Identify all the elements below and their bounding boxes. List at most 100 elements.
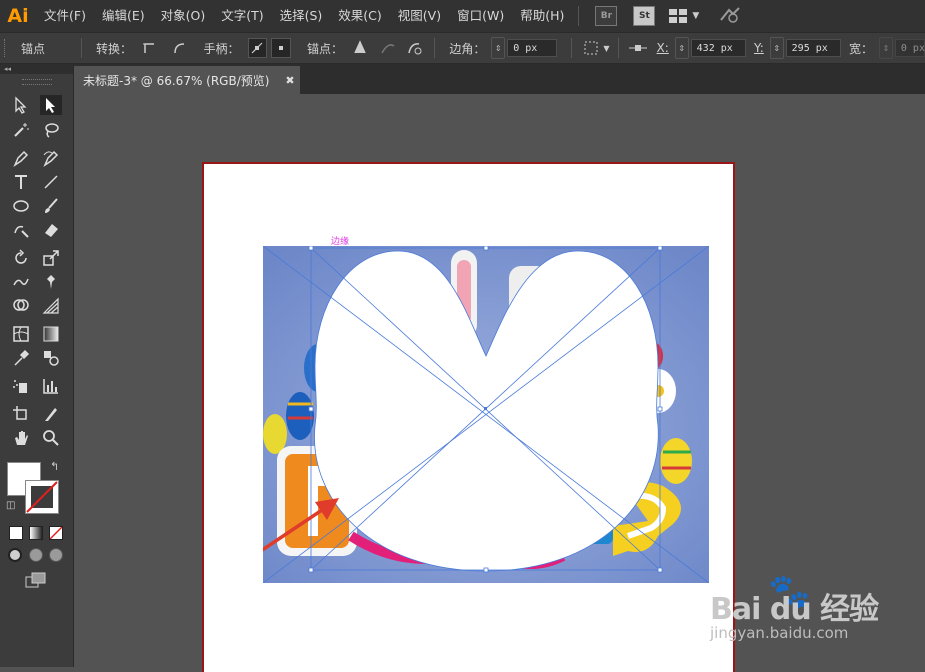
lasso-tool[interactable] [40, 120, 62, 140]
gradient-mode-button[interactable] [29, 526, 43, 540]
menu-edit[interactable]: 编辑(E) [94, 0, 153, 32]
eyedropper-tool[interactable] [10, 348, 32, 368]
separator [570, 38, 572, 58]
magic-wand-tool[interactable] [10, 120, 32, 140]
draw-inside-button[interactable] [49, 548, 63, 562]
convert-smooth-icon[interactable] [170, 39, 188, 57]
corner-stepper[interactable]: ⇕ [491, 37, 506, 59]
default-colors-icon[interactable]: ◫ [6, 500, 15, 511]
blend-tool[interactable] [40, 348, 62, 368]
eraser-tool[interactable] [40, 220, 62, 240]
artwork-image[interactable]: × [263, 246, 709, 583]
rotate-tool[interactable] [10, 248, 32, 268]
hand-tool[interactable] [10, 428, 32, 448]
screen-mode-button[interactable] [25, 572, 47, 591]
control-bar: 锚点 转换： 手柄： 锚点： 边角： ⇕ 0 px ▼ X: ⇕ 432 px … [0, 32, 925, 64]
stock-button[interactable]: St [633, 6, 656, 26]
document-tab[interactable]: 未标题-3* @ 66.67% (RGB/预览) ✖ [74, 66, 300, 94]
width-field[interactable]: 0 px [894, 39, 925, 57]
menu-select[interactable]: 选择(S) [272, 0, 331, 32]
menu-help[interactable]: 帮助(H) [512, 0, 572, 32]
baidu-watermark: 🐾 Bai du 经验 jingyan.baidu.com [700, 566, 920, 656]
ellipse-tool[interactable] [10, 196, 32, 216]
magic-wand-icon [14, 123, 29, 137]
x-field[interactable]: 432 px [690, 39, 747, 57]
connect-anchor-icon[interactable] [379, 39, 397, 57]
scale-icon [43, 250, 59, 266]
anchor-label: 锚点 [20, 41, 45, 56]
stroke-swatch[interactable] [25, 480, 59, 514]
draw-behind-button[interactable] [29, 548, 43, 562]
curvature-icon [43, 150, 59, 167]
artboard-tool[interactable] [10, 404, 32, 424]
align-selection-icon[interactable] [582, 39, 600, 57]
cut-path-icon[interactable] [407, 39, 425, 57]
layout-grid-icon [669, 9, 688, 23]
y-stepper[interactable]: ⇕ [769, 37, 784, 59]
workspace-switcher[interactable]: ▼ [669, 9, 699, 23]
y-field[interactable]: 295 px [785, 39, 842, 57]
show-handles-icon[interactable] [247, 38, 268, 58]
chevron-down-icon[interactable]: ▼ [603, 44, 609, 53]
perspective-grid-tool[interactable] [40, 296, 62, 316]
draw-normal-button[interactable] [8, 548, 22, 562]
paintbrush-tool[interactable] [40, 196, 62, 216]
gradient-tool[interactable] [40, 324, 62, 344]
corner-field[interactable]: 0 px [507, 39, 557, 57]
control-bar-grip[interactable] [4, 39, 9, 57]
curvature-tool[interactable] [40, 148, 62, 168]
convert-corner-icon[interactable] [140, 39, 158, 57]
zoom-icon [43, 430, 59, 446]
none-mode-button[interactable] [49, 526, 63, 540]
pen-icon [13, 150, 29, 167]
type-tool[interactable] [10, 172, 32, 192]
column-graph-tool[interactable] [40, 376, 62, 396]
puppet-warp-tool[interactable] [40, 272, 62, 292]
menu-type[interactable]: 文字(T) [213, 0, 271, 32]
selection-tool[interactable] [10, 95, 32, 115]
x-stepper[interactable]: ⇕ [674, 37, 689, 59]
shaper-icon [14, 225, 29, 238]
menu-effect[interactable]: 效果(C) [330, 0, 389, 32]
corner-label: 边角： [449, 41, 486, 56]
symbol-sprayer-tool[interactable] [10, 376, 32, 396]
tools-panel-collapse[interactable]: ◂◂ [0, 64, 73, 74]
transform-reference-icon[interactable] [628, 39, 647, 57]
remove-anchor-icon[interactable] [351, 39, 369, 57]
warp-tool[interactable] [10, 272, 32, 292]
watermark-logo: Bai du 经验 [710, 592, 879, 627]
gpu-performance-icon[interactable] [719, 6, 741, 27]
menu-object[interactable]: 对象(O) [153, 0, 214, 32]
scale-tool[interactable] [40, 248, 62, 268]
direct-selection-tool[interactable] [40, 95, 62, 115]
blend-icon [44, 351, 59, 366]
slice-tool[interactable] [40, 404, 62, 424]
app-logo: Ai [7, 5, 29, 27]
line-segment-tool[interactable] [40, 172, 62, 192]
document-tab-bar: 未标题-3* @ 66.67% (RGB/预览) ✖ [74, 64, 925, 94]
pen-tool[interactable] [10, 148, 32, 168]
menu-view[interactable]: 视图(V) [390, 0, 449, 32]
close-icon[interactable]: ✖ [280, 74, 300, 87]
convert-label: 转换： [95, 41, 132, 56]
shape-builder-tool[interactable] [10, 296, 32, 316]
zoom-tool[interactable] [40, 428, 62, 448]
watermark-url: jingyan.baidu.com [710, 624, 849, 642]
hide-handles-icon[interactable] [271, 38, 292, 58]
ellipse-icon [13, 200, 29, 212]
separator [80, 38, 82, 58]
mesh-tool[interactable] [10, 324, 32, 344]
shaper-tool[interactable] [10, 220, 32, 240]
shape-builder-icon [13, 299, 29, 311]
width-stepper[interactable]: ⇕ [879, 37, 893, 59]
tools-panel-grip[interactable] [21, 79, 52, 85]
menu-window[interactable]: 窗口(W) [449, 0, 512, 32]
paintbrush-icon [45, 198, 58, 213]
menu-file[interactable]: 文件(F) [36, 0, 94, 32]
swap-fill-stroke-icon[interactable]: ↰ [50, 460, 59, 473]
bridge-button[interactable]: Br [595, 6, 618, 26]
eraser-icon [45, 224, 58, 237]
hand-icon [15, 431, 28, 445]
color-mode-button[interactable] [9, 526, 23, 540]
separator [434, 38, 436, 58]
